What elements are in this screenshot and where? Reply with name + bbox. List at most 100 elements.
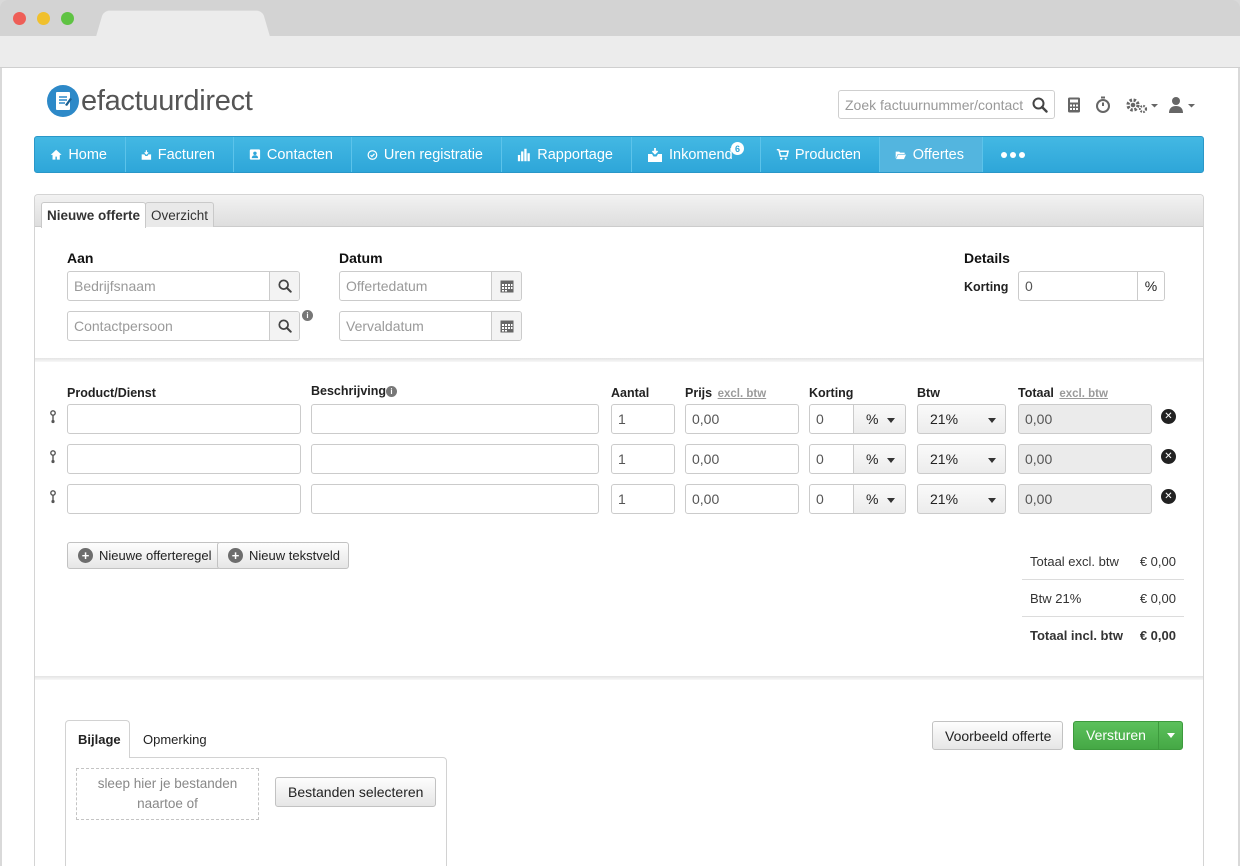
select-files-button[interactable]: Bestanden selecteren bbox=[275, 777, 437, 807]
contact-field bbox=[67, 311, 300, 341]
preview-quote-button[interactable]: Voorbeeld offerte bbox=[932, 721, 1064, 750]
info-icon[interactable]: i bbox=[302, 310, 313, 321]
price-input[interactable] bbox=[686, 485, 798, 513]
header-search bbox=[838, 90, 1055, 119]
vat-row: Btw 21% € 0,00 bbox=[1022, 580, 1184, 617]
browser-tab[interactable] bbox=[96, 10, 270, 37]
percent-addon: % bbox=[1137, 272, 1164, 300]
maximize-window-icon[interactable] bbox=[61, 12, 74, 25]
expiry-date-field bbox=[339, 311, 522, 341]
tab-overview[interactable]: Overzicht bbox=[145, 202, 215, 227]
price-input[interactable] bbox=[686, 445, 798, 473]
totals-summary: Totaal excl. btw € 0,00 Btw 21% € 0,00 Tot… bbox=[1022, 543, 1184, 654]
page: efactuurdirect Home Facturen Contacten bbox=[2, 68, 1238, 866]
nav-item-uren-registratie[interactable]: Uren registratie bbox=[352, 137, 502, 172]
qty-input[interactable] bbox=[612, 485, 674, 513]
company-input[interactable] bbox=[68, 272, 269, 300]
vat-dropdown[interactable]: 21% bbox=[917, 444, 1006, 474]
quote-date-picker-button[interactable] bbox=[491, 272, 521, 300]
add-quote-line-button[interactable]: + Nieuwe offerteregel bbox=[67, 542, 221, 569]
add-text-field-button[interactable]: + Nieuw tekstveld bbox=[217, 542, 350, 569]
description-input[interactable] bbox=[312, 485, 598, 513]
contact-search-button[interactable] bbox=[269, 312, 299, 340]
home-icon bbox=[50, 149, 62, 160]
line-discount-input[interactable] bbox=[810, 445, 854, 473]
company-search-button[interactable] bbox=[269, 272, 299, 300]
vat-dropdown[interactable]: 21% bbox=[917, 484, 1006, 514]
nav-item-rapportage[interactable]: Rapportage bbox=[502, 137, 632, 172]
app-logo[interactable]: efactuurdirect bbox=[47, 84, 253, 118]
global-discount-field: % bbox=[1018, 271, 1165, 301]
qty-field bbox=[611, 404, 675, 434]
header-qty: Aantal bbox=[611, 386, 650, 400]
discount-unit-dropdown[interactable]: % bbox=[853, 444, 906, 474]
stopwatch-icon[interactable] bbox=[1095, 95, 1111, 115]
product-field bbox=[67, 484, 301, 514]
vat-dropdown[interactable]: 21% bbox=[917, 404, 1006, 434]
user-menu-icon[interactable] bbox=[1168, 95, 1198, 115]
search-input[interactable] bbox=[839, 91, 1027, 118]
description-input[interactable] bbox=[312, 405, 598, 433]
notification-badge: 6 bbox=[731, 142, 744, 155]
nav-item-home[interactable]: Home bbox=[35, 137, 126, 172]
product-input[interactable] bbox=[68, 485, 300, 513]
chevron-down-icon bbox=[988, 418, 996, 423]
calculator-icon[interactable] bbox=[1067, 95, 1081, 115]
global-discount-input[interactable] bbox=[1019, 272, 1137, 300]
description-input[interactable] bbox=[312, 445, 598, 473]
line-total-input bbox=[1019, 445, 1151, 473]
tab-remark[interactable]: Opmerking bbox=[131, 720, 219, 758]
logo-text: efactuurdirect bbox=[81, 84, 253, 117]
line-discount-field bbox=[809, 404, 855, 434]
remove-line-icon[interactable]: ✕ bbox=[1161, 409, 1176, 424]
description-field bbox=[311, 444, 599, 474]
contact-input[interactable] bbox=[68, 312, 269, 340]
remove-line-icon[interactable]: ✕ bbox=[1161, 449, 1176, 464]
send-button[interactable]: Versturen bbox=[1074, 722, 1159, 749]
line-discount-input[interactable] bbox=[810, 485, 854, 513]
nav-item-contacten[interactable]: Contacten bbox=[234, 137, 352, 172]
qty-input[interactable] bbox=[612, 405, 674, 433]
info-icon[interactable]: i bbox=[386, 386, 397, 397]
tab-new-quote[interactable]: Nieuwe offerte bbox=[41, 202, 147, 228]
send-button-group: Versturen bbox=[1073, 721, 1183, 750]
line-discount-input[interactable] bbox=[810, 405, 854, 433]
line-discount-field bbox=[809, 484, 855, 514]
product-field bbox=[67, 444, 301, 474]
qty-input[interactable] bbox=[612, 445, 674, 473]
settings-gear-icon[interactable] bbox=[1125, 95, 1159, 115]
drag-handle-icon[interactable] bbox=[49, 410, 57, 424]
nav-item-offertes[interactable]: Offertes bbox=[880, 137, 983, 172]
price-input[interactable] bbox=[686, 405, 798, 433]
bar-chart-icon bbox=[517, 148, 530, 161]
header-price: Prijs excl. btw bbox=[685, 386, 767, 400]
discount-label: Korting bbox=[964, 280, 1009, 294]
tab-attachment[interactable]: Bijlage bbox=[65, 720, 130, 758]
quote-date-input[interactable] bbox=[340, 272, 491, 300]
nav-item-producten[interactable]: Producten bbox=[761, 137, 880, 172]
minimize-window-icon[interactable] bbox=[37, 12, 50, 25]
nav-item-facturen[interactable]: Facturen bbox=[126, 137, 234, 172]
nav-item-inkomend[interactable]: Inkomend 6 bbox=[632, 137, 761, 172]
line-total-field bbox=[1018, 444, 1152, 474]
drag-handle-icon[interactable] bbox=[49, 490, 57, 504]
drag-handle-icon[interactable] bbox=[49, 450, 57, 464]
description-field bbox=[311, 404, 599, 434]
expiry-date-input[interactable] bbox=[340, 312, 491, 340]
close-window-icon[interactable] bbox=[13, 12, 26, 25]
discount-unit-dropdown[interactable]: % bbox=[853, 404, 906, 434]
expiry-date-picker-button[interactable] bbox=[491, 312, 521, 340]
calendar-icon bbox=[500, 320, 513, 333]
panel-tabs: Nieuwe offerte Overzicht bbox=[35, 195, 1203, 228]
line-total-input bbox=[1019, 485, 1151, 513]
folder-open-icon bbox=[895, 151, 906, 159]
more-menu-icon[interactable] bbox=[983, 137, 1025, 172]
search-icon[interactable] bbox=[1027, 97, 1053, 113]
file-dropzone[interactable]: sleep hier je bestanden naartoe of bbox=[76, 768, 259, 820]
remove-line-icon[interactable]: ✕ bbox=[1161, 489, 1176, 504]
line-total-field bbox=[1018, 404, 1152, 434]
product-input[interactable] bbox=[68, 405, 300, 433]
discount-unit-dropdown[interactable]: % bbox=[853, 484, 906, 514]
send-options-dropdown[interactable] bbox=[1159, 722, 1182, 749]
product-input[interactable] bbox=[68, 445, 300, 473]
